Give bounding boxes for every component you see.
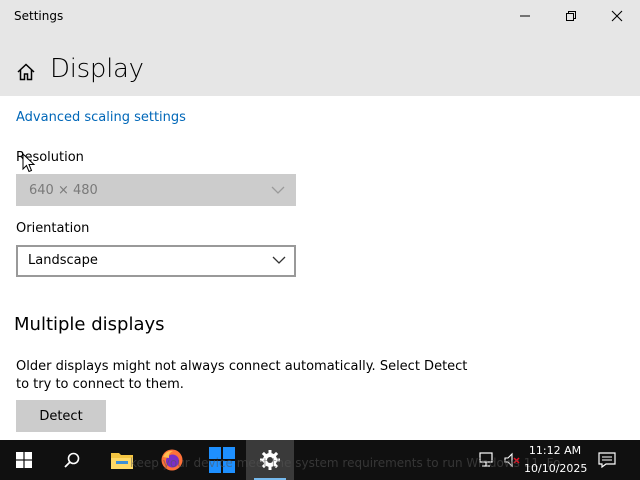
close-button[interactable] [594,0,640,32]
chevron-down-icon [271,186,285,194]
restore-button[interactable] [548,0,594,32]
minimize-button[interactable] [502,0,548,32]
chevron-down-icon [272,256,286,264]
page-title: Display [50,54,144,84]
close-icon [611,10,623,22]
detect-button[interactable]: Detect [16,400,106,432]
minimize-icon [520,15,530,17]
mouse-cursor-icon [22,153,36,173]
notifications-button[interactable] [594,440,620,480]
home-button[interactable] [16,62,36,82]
page-header: Display [0,32,640,96]
search-button[interactable] [48,440,96,480]
taskbar-background-text: keep your device meet the system require… [130,456,561,470]
taskbar-clock[interactable]: 11:12 AM 10/10/2025 [524,440,588,480]
multiple-displays-heading: Multiple displays [14,314,165,335]
orientation-value: Landscape [28,253,98,268]
window-title: Settings [14,9,64,23]
start-button[interactable] [0,440,48,480]
resolution-value: 640 × 480 [29,183,98,198]
home-icon [17,63,35,81]
clock-date: 10/10/2025 [524,462,588,475]
advanced-scaling-link[interactable]: Advanced scaling settings [16,110,186,125]
restore-icon [566,11,576,21]
orientation-label: Orientation [16,221,90,236]
notification-icon [598,452,616,468]
multiple-displays-description: Older displays might not always connect … [16,359,468,392]
title-bar: Settings [0,0,640,32]
search-icon [64,452,80,468]
orientation-dropdown[interactable]: Landscape [16,245,296,277]
resolution-dropdown[interactable]: 640 × 480 [16,174,296,206]
settings-content: Advanced scaling settings Resolution 640… [0,96,640,440]
clock-time: 11:12 AM [528,444,582,457]
start-icon [16,452,32,468]
